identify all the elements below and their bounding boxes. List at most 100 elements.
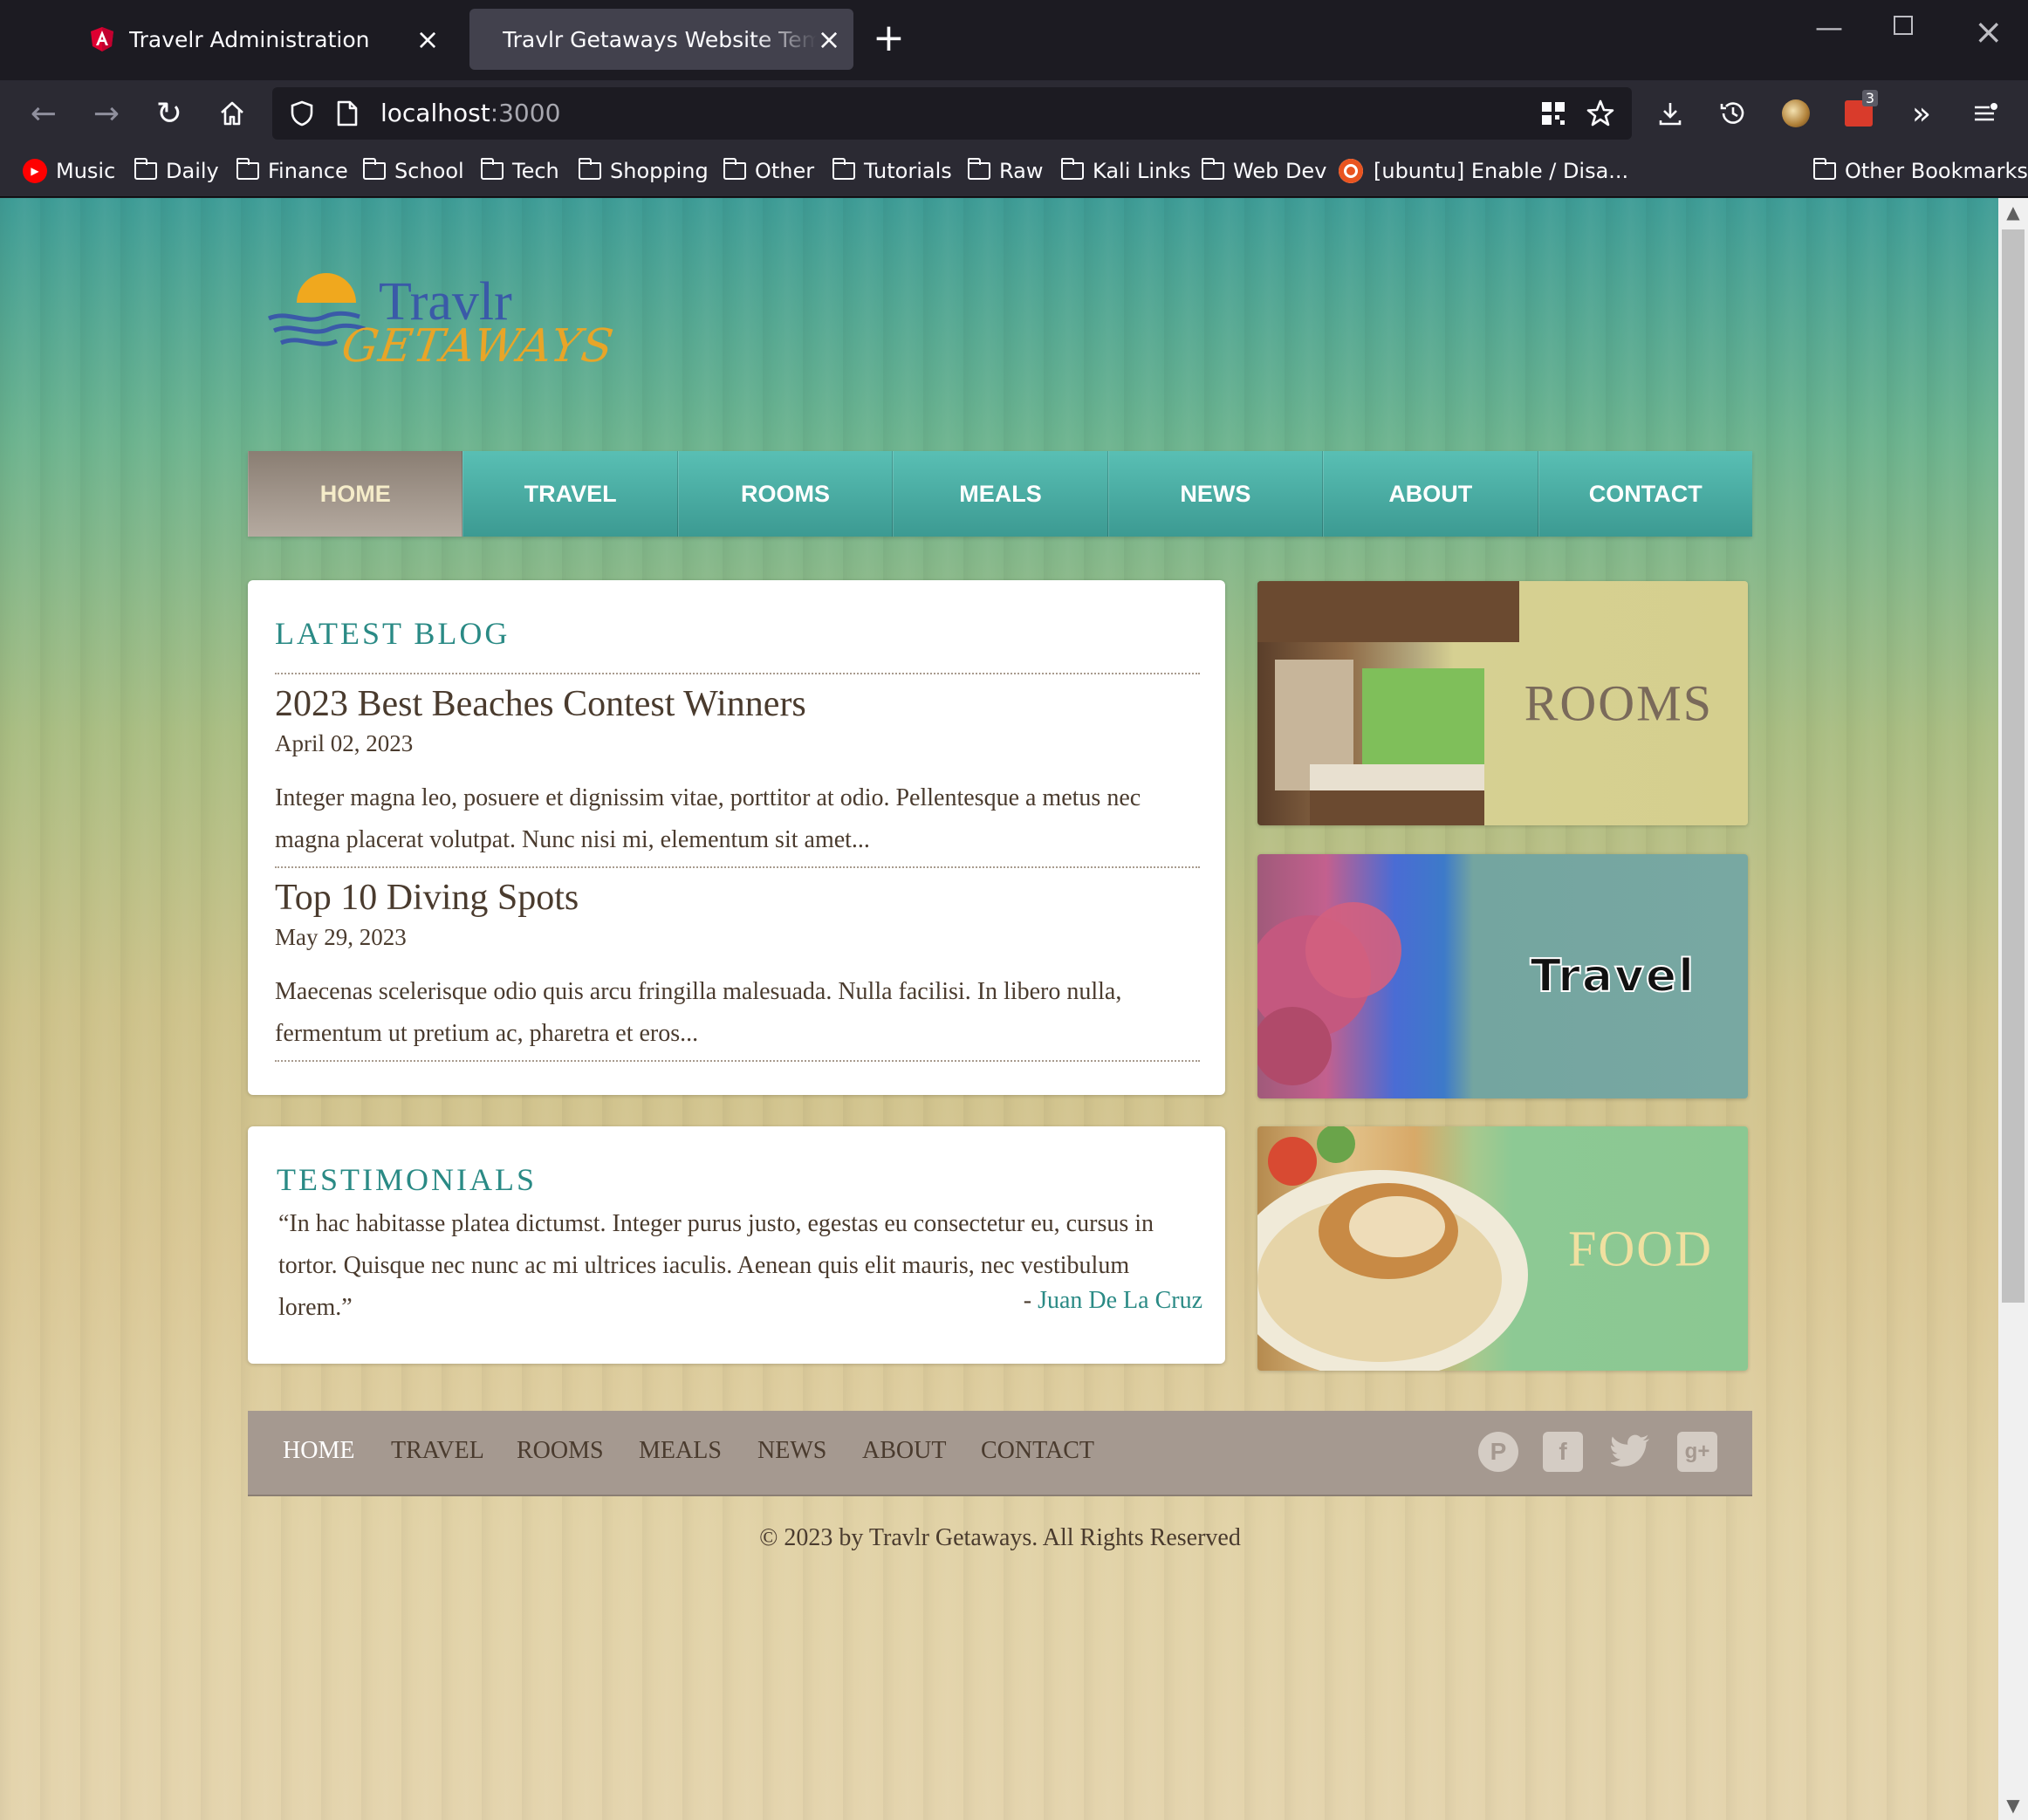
ubuntu-icon (1339, 159, 1363, 183)
bookmark-tutorials[interactable]: Tutorials (832, 158, 952, 183)
testimonial-author: - Juan De La Cruz (1024, 1287, 1202, 1315)
shield-icon[interactable] (288, 99, 316, 127)
bookmark-school[interactable]: School (362, 158, 464, 183)
blog-post-excerpt: Maecenas scelerisque odio quis arcu frin… (275, 978, 1122, 1047)
bookmark-label: Shopping (610, 159, 709, 183)
other-bookmarks[interactable]: Other Bookmarks (1812, 158, 2028, 183)
url-host: localhost (380, 99, 490, 127)
profile-avatar-icon[interactable] (1775, 92, 1817, 134)
browser-chrome: Travelr Administration × Travlr Getaways… (0, 0, 2028, 197)
minimize-icon[interactable]: — (1815, 10, 1843, 44)
bookmark-finance[interactable]: Finance (236, 158, 348, 183)
bookmark-other[interactable]: Other (723, 158, 814, 183)
bookmark-web-dev[interactable]: Web Dev (1201, 158, 1327, 183)
bookmark-ubuntu[interactable]: [ubuntu] Enable / Disa... (1339, 159, 1628, 183)
facebook-icon[interactable]: f (1543, 1432, 1583, 1472)
new-tab-plus-icon[interactable]: + (873, 16, 905, 60)
footer-nav-news[interactable]: NEWS (757, 1437, 826, 1465)
folder-icon (362, 158, 386, 180)
close-tab-icon[interactable]: × (415, 23, 440, 56)
google-plus-icon[interactable]: g+ (1677, 1432, 1717, 1472)
scroll-up-arrow-icon[interactable]: ▲ (1998, 202, 2028, 222)
nav-home[interactable]: HOME (248, 451, 463, 537)
footer-nav-rooms[interactable]: ROOMS (517, 1437, 604, 1465)
footer-nav-about[interactable]: ABOUT (862, 1437, 946, 1465)
folder-icon (236, 158, 259, 180)
promo-food[interactable]: FOOD (1257, 1126, 1748, 1371)
extension-icon[interactable]: 3 (1838, 90, 1880, 134)
blog-post-title[interactable]: Top 10 Diving Spots (275, 877, 579, 919)
tab-title: Travlr Getaways Website Template (503, 26, 817, 52)
back-arrow-icon[interactable]: ← (23, 92, 65, 134)
page-icon[interactable] (335, 99, 360, 127)
testimonials-card: TESTIMONIALS “In hac habitasse platea di… (248, 1126, 1225, 1364)
divider (275, 673, 1200, 674)
scrollbar-thumb[interactable] (2002, 229, 2025, 1303)
angular-icon (91, 27, 113, 51)
forward-arrow-icon[interactable]: → (86, 92, 127, 134)
divider (275, 1060, 1200, 1062)
folder-icon (1060, 158, 1084, 180)
window-close-icon[interactable]: × (1974, 12, 2004, 52)
author-name[interactable]: Juan De La Cruz (1038, 1287, 1202, 1314)
blog-post-title[interactable]: 2023 Best Beaches Contest Winners (275, 683, 806, 725)
maximize-icon[interactable] (1894, 16, 1913, 35)
testimonials-heading: TESTIMONIALS (277, 1162, 537, 1197)
app-menu-icon[interactable] (1963, 92, 2005, 134)
extension-badge: 3 (1861, 90, 1878, 106)
tab-travelr-administration[interactable]: Travelr Administration × (73, 9, 452, 70)
nav-contact[interactable]: CONTACT (1538, 451, 1752, 537)
footer-nav-contact[interactable]: CONTACT (981, 1437, 1094, 1465)
address-bar[interactable]: localhost:3000 (272, 87, 1632, 140)
logo-getaways: GETAWAYS (338, 320, 618, 373)
bookmark-kali-links[interactable]: Kali Links (1060, 158, 1191, 183)
reload-icon[interactable]: ↻ (148, 92, 190, 134)
bookmark-music[interactable]: ▶ Music (23, 159, 115, 183)
history-icon[interactable] (1712, 92, 1754, 134)
bookmark-shopping[interactable]: Shopping (578, 158, 709, 183)
downloads-icon[interactable] (1649, 92, 1691, 134)
bookmark-label: School (394, 159, 464, 183)
folder-icon (723, 158, 746, 180)
footer-nav-meals[interactable]: MEALS (639, 1437, 722, 1465)
page-viewport: Travlr GETAWAYS HOME TRAVEL ROOMS MEALS … (0, 198, 1998, 1820)
footer-nav-home[interactable]: HOME (283, 1437, 354, 1465)
bookmark-raw[interactable]: Raw (967, 158, 1043, 183)
youtube-music-icon: ▶ (23, 159, 47, 183)
copyright-text: © 2023 by Travlr Getaways. All Rights Re… (759, 1524, 1241, 1551)
folder-icon (480, 158, 504, 180)
bookmark-daily[interactable]: Daily (134, 158, 219, 183)
bookmark-label: Daily (166, 159, 219, 183)
close-tab-icon[interactable]: × (817, 23, 841, 56)
nav-meals[interactable]: MEALS (893, 451, 1108, 537)
promo-rooms[interactable]: ROOMS (1257, 581, 1748, 825)
home-icon[interactable] (211, 92, 253, 134)
tab-travlr-getaways[interactable]: Travlr Getaways Website Template × (469, 9, 853, 70)
latest-blog-card: LATEST BLOG 2023 Best Beaches Contest Wi… (248, 580, 1225, 1095)
site-logo[interactable]: Travlr GETAWAYS (262, 268, 617, 373)
footer-navigation: HOME TRAVEL ROOMS MEALS NEWS ABOUT CONTA… (248, 1411, 1752, 1496)
bookmark-label: Finance (268, 159, 348, 183)
footer-nav-travel[interactable]: TRAVEL (391, 1437, 484, 1465)
bookmark-label: [ubuntu] Enable / Disa... (1374, 159, 1629, 183)
nav-rooms[interactable]: ROOMS (677, 451, 894, 537)
promo-label: FOOD (1568, 1220, 1713, 1277)
url-text[interactable]: localhost:3000 (380, 99, 560, 127)
pinterest-icon[interactable]: P (1478, 1432, 1518, 1472)
folder-icon (1201, 158, 1224, 180)
bookmark-label: Web Dev (1233, 159, 1327, 183)
nav-news[interactable]: NEWS (1107, 451, 1324, 537)
page-scrollbar[interactable]: ▲ ▼ (1998, 198, 2028, 1820)
twitter-icon[interactable] (1611, 1432, 1651, 1472)
overflow-chevrons-icon[interactable]: » (1901, 92, 1942, 134)
nav-travel[interactable]: TRAVEL (462, 451, 678, 537)
nav-about[interactable]: ABOUT (1323, 451, 1538, 537)
promo-travel[interactable]: Travel (1257, 854, 1748, 1098)
tab-title: Travelr Administration (129, 26, 370, 52)
folder-icon (134, 158, 157, 180)
tab-strip: Travelr Administration × Travlr Getaways… (0, 0, 2028, 80)
bookmark-star-icon[interactable] (1585, 98, 1616, 129)
bookmark-tech[interactable]: Tech (480, 158, 559, 183)
scroll-down-arrow-icon[interactable]: ▼ (1998, 1795, 2028, 1816)
qr-code-icon[interactable] (1539, 99, 1567, 127)
